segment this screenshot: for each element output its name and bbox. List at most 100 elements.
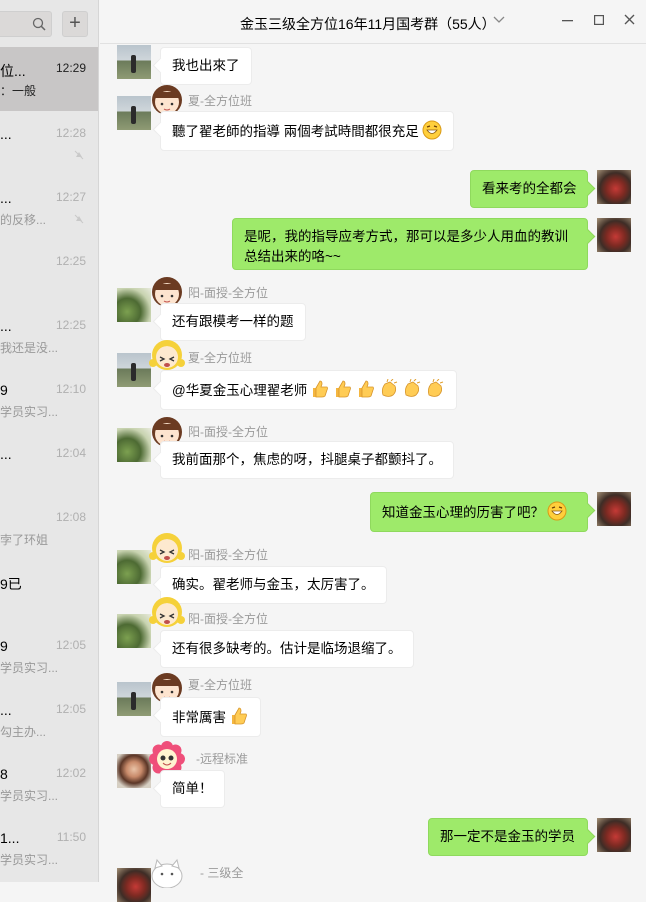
message-text: 是呢，我的指导应考方式，那可以是多少人用血的教训 [244, 229, 568, 244]
avatar-figure [131, 692, 136, 710]
avatar[interactable] [597, 492, 631, 526]
session-item[interactable]: 位... ：一般 12:29 [0, 47, 98, 111]
chevron-down-icon[interactable] [493, 16, 505, 24]
avatar[interactable] [117, 353, 151, 387]
session-item[interactable]: ... 12:28 [0, 112, 98, 176]
minimize-icon[interactable] [562, 20, 573, 22]
sender-name: 阳-面授-全方位 [188, 548, 268, 562]
session-name: 9 [0, 382, 8, 398]
message-bubble[interactable]: 简单！ [160, 770, 225, 808]
message-bubble[interactable]: 知道金玉心理的历害了吧？ [370, 492, 588, 532]
session-name: ... [0, 190, 12, 206]
session-name: 8 [0, 766, 8, 782]
session-preview: 学员实习... [0, 853, 59, 867]
mute-icon [74, 214, 84, 224]
sender-name: - 三级全 [200, 866, 244, 880]
session-preview: 勾主办... [0, 725, 47, 739]
message-text-line2: 总结出来的咯~~ [244, 249, 341, 264]
session-item[interactable]: 1... 学员实习... 11:50 [0, 816, 98, 880]
message-bubble[interactable]: 我前面那个，焦虑的呀，抖腿桌子都颤抖了。 [160, 441, 454, 479]
message-bubble[interactable]: 聽了翟老師的指導 兩個考試時間都很充足 [160, 111, 454, 151]
avatar[interactable] [117, 45, 151, 79]
message-text: 那一定不是金玉的学员 [440, 829, 575, 844]
avatar[interactable] [597, 170, 631, 204]
message-text: 简单！ [172, 781, 213, 796]
thumbs-up-icon [232, 707, 247, 725]
chat-title[interactable]: 金玉三级全方位16年11月国考群（55人） [240, 14, 496, 34]
message-bubble[interactable]: 看来考的全都会 [470, 170, 588, 208]
session-item[interactable]: ... 的反移... 12:27 [0, 176, 98, 240]
session-time: 12:08 [55, 510, 86, 524]
avatar-figure [131, 363, 136, 381]
avatar[interactable] [117, 682, 151, 716]
session-time: 12:02 [55, 766, 86, 780]
session-name: ... [0, 702, 12, 718]
message-text: 还有跟模考一样的题 [172, 314, 294, 329]
session-item[interactable]: 9 学员实习... 12:05 [0, 624, 98, 688]
message-bubble[interactable]: 确实。翟老师与金玉，太厉害了。 [160, 566, 387, 604]
avatar-figure [131, 55, 136, 73]
message-text: 知道金玉心理的历害了吧？ [382, 505, 544, 520]
sender-name: 阳-面授-全方位 [188, 612, 268, 626]
message-bubble[interactable]: 非常厲害 [160, 697, 261, 737]
blonde-sticker-icon [149, 340, 185, 370]
message-bubble[interactable]: 是呢，我的指导应考方式，那可以是多少人用血的教训 总结出来的咯~~ [232, 218, 588, 270]
avatar[interactable] [117, 868, 151, 902]
session-item[interactable]: 9 学员实习... 12:10 [0, 368, 98, 432]
message-text: 确实。翟老师与金玉，太厉害了。 [172, 577, 375, 592]
session-item[interactable]: 8 学员实习... 12:02 [0, 752, 98, 816]
session-name: ... [0, 318, 12, 334]
session-item[interactable]: 9已 [0, 560, 98, 624]
session-list: + 位... ：一般 12:29 ... 12:28... 的反移... 12:27 12:2… [0, 0, 99, 882]
session-item[interactable]: 孛了环姐 12:08 [0, 496, 98, 560]
session-name: 9已 [0, 576, 22, 592]
avatar[interactable] [117, 288, 151, 322]
search-icon [32, 17, 46, 31]
session-name: ... [0, 126, 12, 142]
avatar[interactable] [117, 614, 151, 648]
avatar[interactable] [597, 218, 631, 252]
session-time: 12:10 [55, 382, 86, 396]
message-text: 还有很多缺考的。估计是临场退缩了。 [172, 641, 402, 656]
close-icon[interactable] [624, 14, 635, 25]
session-name: 9 [0, 638, 8, 654]
session-item[interactable]: 12:25 [0, 240, 98, 304]
sender-name: 阳-面授-全方位 [188, 425, 268, 439]
mute-icon [74, 150, 84, 160]
session-preview: 学员实习... [0, 661, 59, 675]
clap-icon [428, 379, 444, 397]
sender-name: 阳-面授-全方位 [188, 286, 268, 300]
session-name: 1... [0, 830, 20, 846]
session-item[interactable]: ... 勾主办... 12:05 [0, 688, 98, 752]
chat-header: 金玉三级全方位16年11月国考群（55人） [100, 0, 646, 44]
session-preview: 我还是没... [0, 341, 59, 355]
session-item[interactable]: ... 我还是没... 12:25 [0, 304, 98, 368]
message-bubble[interactable]: 还有很多缺考的。估计是临场退缩了。 [160, 630, 414, 668]
avatar[interactable] [117, 96, 151, 130]
sender-name: 夏-全方位班 [188, 94, 252, 108]
session-time: 12:27 [55, 190, 86, 204]
session-name: 位... [0, 63, 26, 79]
cat-sticker-icon [151, 858, 183, 888]
message-text: 看来考的全都会 [482, 181, 577, 196]
blonde-sticker-icon [149, 597, 185, 627]
clap-icon [382, 379, 398, 397]
session-preview: ：一般 [0, 84, 37, 98]
session-time: 12:05 [55, 702, 86, 716]
session-name: ... [0, 446, 12, 462]
message-bubble[interactable]: @华夏金玉心理翟老师 [160, 370, 458, 410]
sender-name: -远程标准 [196, 752, 248, 766]
session-item[interactable]: ... 12:04 [0, 432, 98, 496]
message-text: 我也出來了 [172, 58, 240, 73]
session-preview: 的反移... [0, 213, 47, 227]
avatar[interactable] [117, 550, 151, 584]
avatar[interactable] [117, 428, 151, 462]
maximize-icon[interactable] [594, 15, 604, 25]
avatar[interactable] [117, 754, 151, 788]
add-chat-button[interactable]: + [62, 11, 88, 37]
avatar[interactable] [597, 818, 631, 852]
session-preview: 学员实习... [0, 789, 59, 803]
message-bubble[interactable]: 那一定不是金玉的学员 [428, 818, 588, 856]
session-time: 12:29 [55, 61, 86, 75]
search-input[interactable] [0, 11, 52, 37]
